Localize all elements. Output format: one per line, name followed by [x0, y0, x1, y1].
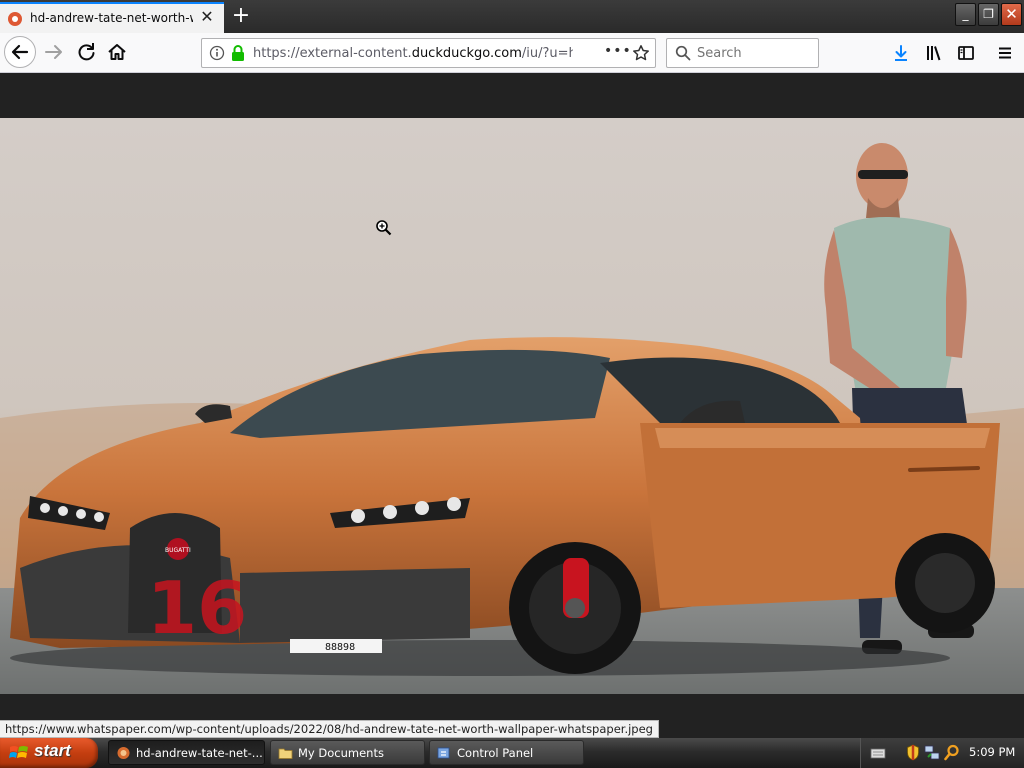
browser-tab[interactable]: hd-andrew-tate-net-worth-wallpaper-whats… [0, 2, 224, 33]
download-icon[interactable] [892, 44, 910, 62]
image-viewer-background [0, 73, 1024, 118]
tab-strip: hd-andrew-tate-net-worth-wallpaper-whats… [0, 0, 1024, 33]
wallpaper-image[interactable]: 16 BUGATTI 88898 [0, 118, 1024, 694]
url-bar[interactable]: https://external-content.duckduckgo.com/… [201, 38, 656, 68]
windows-logo-icon [9, 746, 28, 758]
back-arrow-icon [11, 44, 29, 60]
clock: 5:09 PM [969, 745, 1016, 759]
grille-number: 16 [147, 566, 247, 650]
search-placeholder: Search [697, 46, 742, 61]
page-actions-button[interactable]: ••• [604, 43, 632, 59]
hamburger-menu-icon[interactable] [996, 44, 1014, 62]
search-icon [675, 45, 691, 61]
folder-icon [278, 748, 293, 759]
status-link-preview: https://www.whatspaper.com/wp-content/up… [0, 720, 659, 738]
new-tab-button[interactable]: + [230, 3, 252, 29]
forward-arrow-icon[interactable] [41, 39, 67, 65]
taskbar-item-label: hd-andrew-tate-net-... [136, 746, 263, 760]
taskbar-item-label: Control Panel [457, 746, 534, 760]
reload-icon[interactable] [73, 39, 99, 65]
sidebar-icon[interactable] [957, 44, 975, 62]
duckduckgo-favicon-icon [8, 12, 22, 26]
bugatti-badge: BUGATTI [165, 547, 191, 554]
navigation-toolbar: https://external-content.duckduckgo.com/… [0, 33, 1024, 73]
tab-title: hd-andrew-tate-net-worth-wallpaper-whats… [30, 11, 193, 25]
start-label: start [34, 741, 71, 760]
security-shield-icon[interactable] [906, 744, 920, 761]
back-button[interactable] [4, 36, 36, 68]
minimize-window-button[interactable]: _ [955, 3, 976, 26]
taskbar-item-label: My Documents [298, 746, 384, 760]
taskbar-item-control-panel[interactable]: Control Panel [429, 740, 584, 765]
secure-lock-icon[interactable] [230, 44, 246, 62]
close-window-button[interactable]: ✕ [1001, 3, 1022, 26]
zoom-in-cursor-icon [376, 220, 392, 236]
home-icon[interactable] [104, 39, 130, 65]
search-tray-icon[interactable] [944, 744, 960, 761]
library-icon[interactable] [925, 44, 943, 62]
system-tray: 5:09 PM [860, 738, 1024, 768]
info-icon[interactable] [209, 45, 225, 61]
taskbar: start hd-andrew-tate-net-... My Document… [0, 738, 1024, 768]
license-plate-text: 88898 [325, 642, 355, 653]
keyboard-icon[interactable] [870, 746, 886, 760]
start-button[interactable]: start [0, 738, 98, 768]
url-text[interactable]: https://external-content.duckduckgo.com/… [253, 46, 573, 61]
network-icon[interactable] [924, 744, 940, 761]
taskbar-item-my-documents[interactable]: My Documents [270, 740, 425, 765]
search-input[interactable]: Search [666, 38, 819, 68]
browser-app-icon [117, 747, 130, 759]
control-panel-icon [437, 747, 450, 759]
wallpaper-illustration: 16 BUGATTI 88898 [0, 118, 1024, 694]
taskbar-item-browser[interactable]: hd-andrew-tate-net-... [108, 740, 265, 765]
restore-window-button[interactable]: ❐ [978, 3, 999, 26]
close-tab-icon[interactable]: ✕ [198, 8, 216, 26]
bookmark-star-icon[interactable] [632, 44, 650, 62]
